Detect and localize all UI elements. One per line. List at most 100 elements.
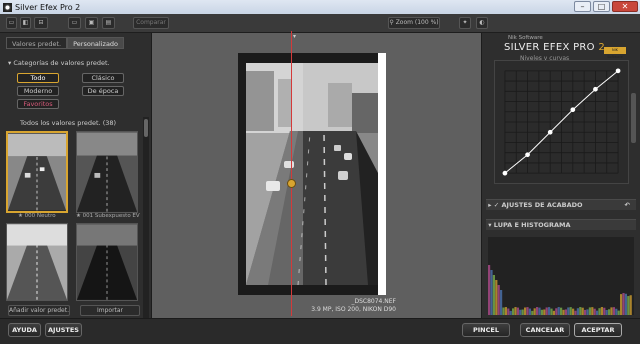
preview-canvas[interactable]: ▾ _DSC8074.NEF 3.9 MP, ISO 200, NIKON D9… bbox=[152, 31, 481, 318]
loupe-histogram-header[interactable]: ▾ LUPA E HISTOGRAMA bbox=[486, 219, 636, 230]
curve-control-point[interactable] bbox=[502, 170, 508, 176]
close-button[interactable]: ✕ bbox=[612, 1, 638, 12]
background-toggle-icon[interactable]: ◐ bbox=[476, 17, 488, 29]
histogram-bar bbox=[538, 307, 541, 315]
histogram-bar bbox=[519, 309, 522, 315]
import-button[interactable]: Importar bbox=[80, 305, 140, 316]
tab-presets[interactable]: Valores predet. bbox=[6, 37, 68, 49]
histogram-bar bbox=[576, 308, 579, 315]
adjustments-panel: Nik Software SILVER EFEX PRO 2 NIK Softw… bbox=[481, 33, 640, 318]
histogram-bar bbox=[593, 308, 596, 315]
histogram-bar bbox=[526, 307, 529, 315]
histogram-bar bbox=[579, 307, 582, 315]
histogram-bar bbox=[524, 307, 527, 315]
split-preview-line[interactable] bbox=[291, 31, 292, 316]
collapse-triangle-icon: ▾ bbox=[486, 221, 494, 229]
histogram-bar bbox=[596, 310, 599, 315]
preset-thumbnail[interactable] bbox=[6, 131, 68, 213]
category-moderno[interactable]: Moderno bbox=[17, 86, 59, 96]
split-marker-icon[interactable]: ▾ bbox=[293, 33, 296, 40]
histogram-bar bbox=[560, 307, 563, 315]
curve-control-point[interactable] bbox=[525, 152, 530, 158]
tab-custom[interactable]: Personalizado bbox=[67, 37, 125, 49]
histogram-bar bbox=[567, 307, 570, 315]
histogram-bar bbox=[548, 307, 551, 315]
category-de-epoca[interactable]: De época bbox=[82, 86, 124, 96]
categories-title: ▾ Categorías de valores predet. bbox=[8, 59, 110, 67]
nik-logo: NIK Software bbox=[604, 47, 626, 59]
photo-filename: _DSC8074.NEF bbox=[351, 298, 396, 305]
finishing-adjustments-header[interactable]: ▸ ✓ AJUSTES DE ACABADO ↶ bbox=[486, 199, 636, 210]
histogram-bar bbox=[600, 307, 603, 315]
levels-curve-editor[interactable] bbox=[494, 60, 629, 184]
histogram-bar bbox=[531, 310, 534, 315]
minimize-button[interactable]: – bbox=[574, 1, 591, 12]
histogram-bar bbox=[620, 294, 623, 315]
tone-curve[interactable] bbox=[495, 61, 628, 183]
histogram-bar bbox=[555, 308, 558, 315]
app-icon bbox=[3, 2, 12, 12]
side-by-side-icon[interactable]: ⊟ bbox=[34, 17, 48, 29]
category-favoritos[interactable]: Favoritos bbox=[17, 99, 59, 109]
curve-control-point[interactable] bbox=[593, 86, 598, 92]
preset-thumbnail[interactable] bbox=[6, 223, 68, 301]
histogram bbox=[488, 237, 634, 315]
all-presets-title: Todos los valores predet. (38) bbox=[20, 119, 117, 127]
settings-button[interactable]: AJUSTES bbox=[45, 323, 82, 337]
maximize-button[interactable]: □ bbox=[593, 1, 610, 12]
street-photo bbox=[238, 53, 386, 295]
histogram-bar bbox=[552, 310, 555, 315]
histogram-bar bbox=[586, 309, 589, 315]
single-view-icon[interactable]: ▭ bbox=[6, 17, 17, 29]
histogram-bar bbox=[557, 307, 560, 315]
histogram-bar bbox=[627, 296, 630, 315]
brand-subtitle: Nik Software bbox=[508, 35, 543, 41]
histogram-bar bbox=[543, 309, 546, 315]
histogram-bar bbox=[488, 265, 491, 315]
split-handle[interactable] bbox=[287, 179, 296, 188]
split-view-icon[interactable]: ◧ bbox=[20, 17, 31, 29]
lightbulb-icon[interactable]: ✦ bbox=[459, 17, 471, 29]
category-clasico[interactable]: Clásico bbox=[82, 73, 124, 83]
scrollbar-thumb[interactable] bbox=[144, 119, 148, 137]
histogram-bar bbox=[581, 307, 584, 315]
histogram-bar bbox=[569, 307, 572, 315]
reset-icon[interactable]: ↶ bbox=[625, 200, 630, 211]
collapse-triangle-icon[interactable]: ▾ bbox=[8, 59, 11, 67]
histogram-bar bbox=[502, 307, 505, 315]
accept-button[interactable]: ACEPTAR bbox=[574, 323, 622, 337]
zoom-control[interactable]: ⚲ Zoom (100 %) bbox=[388, 17, 440, 29]
histogram-bar bbox=[497, 285, 500, 315]
histogram-bar bbox=[629, 295, 632, 315]
preset-tabs: Valores predet. Personalizado bbox=[6, 37, 125, 49]
right-scrollbar[interactable] bbox=[631, 93, 636, 143]
histogram-bar bbox=[528, 308, 531, 315]
histogram-bar bbox=[610, 307, 613, 315]
layout-three-icon[interactable]: ▤ bbox=[102, 17, 115, 29]
help-button[interactable]: AYUDA bbox=[8, 323, 41, 337]
cancel-button[interactable]: CANCELAR bbox=[520, 323, 570, 337]
compare-button[interactable]: Comparar bbox=[133, 17, 169, 29]
preset-label: ★ 000 Neutro bbox=[18, 213, 56, 219]
curve-control-point[interactable] bbox=[547, 129, 553, 135]
histogram-bar bbox=[603, 307, 606, 315]
collapse-triangle-icon: ▸ ✓ bbox=[486, 201, 502, 209]
histogram-bar bbox=[512, 308, 515, 315]
histogram-bar bbox=[622, 293, 625, 315]
brush-button[interactable]: PINCEL bbox=[462, 323, 510, 337]
histogram-bar bbox=[509, 310, 512, 315]
preset-thumbnail[interactable] bbox=[76, 223, 138, 301]
histogram-bar bbox=[574, 310, 577, 315]
presets-scrollbar[interactable] bbox=[143, 117, 149, 342]
histogram-bar bbox=[490, 270, 493, 315]
add-preset-button[interactable]: Añadir valor predet. bbox=[8, 305, 70, 316]
layout-one-icon[interactable]: ▭ bbox=[68, 17, 81, 29]
preset-thumbnail[interactable] bbox=[76, 131, 138, 213]
curve-control-point[interactable] bbox=[570, 107, 576, 113]
curve-control-point[interactable] bbox=[615, 68, 621, 74]
histogram-bar bbox=[612, 307, 615, 315]
layout-two-icon[interactable]: ▣ bbox=[85, 17, 98, 29]
histogram-bar bbox=[536, 307, 539, 315]
category-todo[interactable]: Todo bbox=[17, 73, 59, 83]
histogram-bar bbox=[500, 290, 503, 315]
